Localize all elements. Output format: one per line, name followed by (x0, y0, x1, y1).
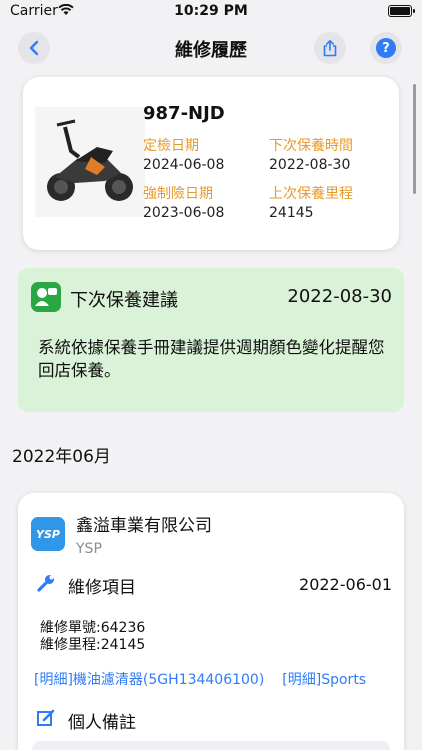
last-mileage-label: 上次保養里程 (269, 186, 353, 202)
next-service-label: 下次保養時間 (269, 138, 353, 154)
suggestion-title: 下次保養建議 (70, 290, 178, 311)
share-icon (323, 40, 337, 57)
suggestion-icon (31, 282, 61, 312)
repair-mileage: 維修里程:24145 (40, 637, 146, 653)
service-suggestion-card[interactable]: 下次保養建議 2022-08-30 系統依據保養手冊建議提供週期顏色變化提醒您回… (18, 268, 404, 412)
share-button[interactable] (314, 32, 346, 64)
shop-brand: YSP (76, 541, 102, 557)
maintenance-history-screen: Carrier 10:29 PM 維修履歷 ? 987-NJD 定檢日期 202… (0, 0, 422, 750)
inspection-date-value: 2024-06-08 (143, 157, 225, 173)
repair-record-card[interactable]: YSP 鑫溢車業有限公司 YSP 維修項目 2022-06-01 維修單號:64… (18, 493, 404, 750)
detail-link[interactable]: [明細]機油濾清器(5GH134406100) (34, 672, 264, 688)
detail-link[interactable]: [明細]Sports (282, 672, 366, 688)
insurance-date-value: 2023-06-08 (143, 205, 225, 221)
suggestion-date: 2022-08-30 (287, 286, 392, 307)
navigation-bar: 維修履歷 ? (0, 26, 422, 70)
repair-items-label: 維修項目 (68, 578, 136, 598)
suggestion-text: 系統依據保養手冊建議提供週期顏色變化提醒您回店保養。 (38, 338, 385, 380)
inspection-date-label: 定檢日期 (143, 138, 199, 154)
next-service-value: 2022-08-30 (269, 157, 351, 173)
last-mileage-value: 24145 (269, 205, 314, 221)
edit-icon (37, 709, 55, 726)
detail-links: [明細]機油濾清器(5GH134406100) [明細]Sports (34, 669, 394, 691)
personal-notes-label: 個人備註 (68, 713, 136, 733)
page-title: 維修履歷 (175, 40, 247, 61)
battery-icon (388, 5, 415, 17)
status-bar: Carrier 10:29 PM (0, 0, 422, 24)
license-plate: 987-NJD (143, 103, 225, 124)
clock: 10:29 PM (174, 3, 248, 19)
personal-notes-field[interactable] (32, 741, 390, 750)
help-button[interactable]: ? (370, 32, 402, 64)
shop-name: 鑫溢車業有限公司 (76, 516, 212, 536)
insurance-date-label: 強制險日期 (143, 186, 213, 202)
motorcycle-image (35, 107, 145, 217)
wrench-icon (37, 575, 54, 592)
scroll-indicator[interactable] (413, 84, 416, 194)
repair-date: 2022-06-01 (299, 575, 392, 594)
vehicle-card[interactable]: 987-NJD 定檢日期 2024-06-08 下次保養時間 2022-08-3… (23, 77, 399, 250)
month-header: 2022年06月 (12, 447, 111, 467)
question-icon: ? (376, 38, 396, 58)
shop-logo: YSP (31, 517, 65, 551)
